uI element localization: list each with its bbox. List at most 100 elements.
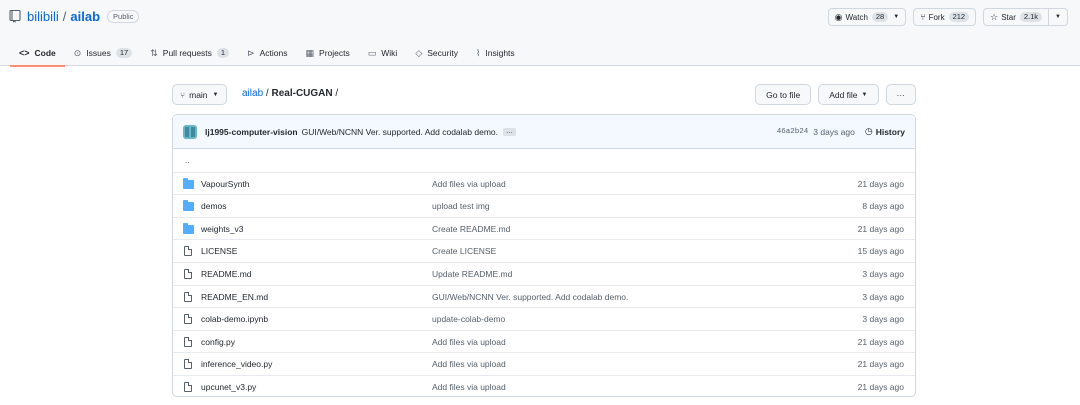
branch-name: main	[189, 89, 208, 100]
file-name-link[interactable]: LICENSE	[201, 246, 237, 256]
commit-message-link[interactable]: upload test img	[432, 201, 490, 211]
folder-icon	[183, 177, 194, 189]
tab-pull-requests[interactable]: ⇅ Pull requests 1	[141, 40, 238, 66]
repo-tabs: <> Code ⊙ Issues 17 ⇅ Pull requests 1 ⊳ …	[10, 40, 524, 67]
branch-select-button[interactable]: ⑂ main ▼	[172, 84, 227, 105]
tab-actions[interactable]: ⊳ Actions	[238, 40, 296, 66]
breadcrumb-repo-link[interactable]: ailab	[242, 88, 263, 99]
file-nav-actions: Go to file Add file ▼ ···	[755, 84, 916, 105]
chevron-down-icon: ▼	[1055, 14, 1061, 20]
play-icon: ⊳	[247, 47, 255, 58]
file-name-link[interactable]: README.md	[201, 269, 252, 279]
file-row[interactable]: demos upload test img 8 days ago	[173, 194, 915, 217]
file-name-link[interactable]: README_EN.md	[201, 292, 268, 302]
go-to-file-button[interactable]: Go to file	[755, 84, 812, 105]
commit-message-link[interactable]: Update README.md	[432, 269, 512, 279]
fork-button[interactable]: ⑂ Fork 212	[913, 8, 977, 26]
star-button[interactable]: ☆ Star 2.1k	[983, 8, 1050, 26]
tab-label: Issues	[86, 48, 111, 58]
commit-author-link[interactable]: lj1995-computer-vision	[205, 127, 298, 137]
file-name-link[interactable]: inference_video.py	[201, 359, 272, 369]
last-updated: 3 days ago	[862, 268, 904, 279]
commit-message-link[interactable]: Add files via upload	[432, 179, 506, 189]
code-icon: <>	[19, 48, 30, 58]
commit-meta: 46a2b24 3 days ago ◷ History	[777, 126, 905, 137]
file-name-link[interactable]: colab-demo.ipynb	[201, 314, 268, 324]
repo-separator: /	[62, 9, 67, 24]
file-name-link[interactable]: VapourSynth	[201, 179, 250, 189]
file-row[interactable]: inference_video.py Add files via upload …	[173, 352, 915, 375]
file-row[interactable]: README_EN.md GUI/Web/NCNN Ver. supported…	[173, 284, 915, 308]
tab-security[interactable]: ◇ Security	[406, 40, 467, 66]
repo-icon	[9, 10, 21, 23]
repo-owner-link[interactable]: bilibili	[27, 9, 59, 24]
tab-label: Code	[34, 48, 56, 58]
tab-label: Wiki	[381, 48, 398, 58]
commit-message-link[interactable]: Add files via upload	[432, 382, 506, 392]
watch-button[interactable]: ◉ Watch 28 ▼	[827, 8, 907, 26]
pull-requests-count: 1	[216, 48, 230, 58]
issue-icon: ⊙	[73, 47, 82, 58]
file-row[interactable]: upcunet_v3.py Add files via upload 21 da…	[173, 374, 915, 396]
last-updated: 21 days ago	[857, 223, 904, 234]
tab-issues[interactable]: ⊙ Issues 17	[65, 40, 141, 66]
tab-wiki[interactable]: ▭ Wiki	[359, 40, 407, 66]
more-options-button[interactable]: ···	[885, 84, 916, 105]
avatar[interactable]	[183, 124, 197, 139]
file-row[interactable]: weights_v3 Create README.md 21 days ago	[173, 216, 915, 240]
repo-name-link[interactable]: ailab	[70, 9, 100, 24]
folder-icon	[183, 222, 194, 234]
file-name-link[interactable]: config.py	[201, 337, 235, 347]
chevron-down-icon: ▼	[893, 14, 900, 20]
star-count: 2.1k	[1019, 12, 1043, 22]
add-file-button[interactable]: Add file ▼	[818, 84, 879, 105]
expand-commit-button[interactable]: …	[503, 127, 516, 136]
latest-commit-bar: lj1995-computer-vision GUI/Web/NCNN Ver.…	[173, 115, 915, 149]
file-name-link[interactable]: demos	[201, 201, 227, 211]
file-name-link[interactable]: upcunet_v3.py	[201, 382, 256, 392]
star-dropdown-button[interactable]: ▼	[1049, 8, 1068, 26]
file-icon	[183, 359, 194, 370]
parent-directory-row[interactable]: ..	[173, 149, 915, 172]
file-row[interactable]: config.py Add files via upload 21 days a…	[173, 329, 915, 353]
file-navigation: ⑂ main ▼ ailab / Real-CUGAN / Go to file…	[172, 84, 916, 105]
book-icon: ▭	[367, 47, 377, 58]
file-icon	[183, 381, 194, 392]
table-icon: ▦	[305, 47, 315, 58]
file-row[interactable]: VapourSynth Add files via upload 21 days…	[173, 171, 915, 195]
file-icon	[183, 314, 194, 325]
repo-title: bilibili / ailab Public	[9, 9, 140, 24]
shield-icon: ◇	[415, 47, 423, 58]
commit-message-link[interactable]: Add files via upload	[432, 359, 506, 369]
commit-message-link[interactable]: GUI/Web/NCNN Ver. supported. Add codalab…	[432, 292, 628, 302]
folder-icon	[183, 200, 194, 212]
tab-code[interactable]: <> Code	[10, 40, 65, 67]
file-row[interactable]: colab-demo.ipynb update-colab-demo 3 day…	[173, 307, 915, 330]
commit-message-link[interactable]: update-colab-demo	[432, 314, 505, 324]
tab-insights[interactable]: ⌇ Insights	[467, 40, 524, 66]
file-name-link[interactable]: weights_v3	[201, 224, 244, 234]
watch-count: 28	[871, 12, 889, 22]
breadcrumb: ailab / Real-CUGAN /	[242, 88, 338, 99]
history-label: History	[875, 126, 905, 137]
history-link[interactable]: ◷ History	[865, 126, 905, 137]
commit-message-link[interactable]: Create LICENSE	[432, 246, 496, 256]
commit-sha-link[interactable]: 46a2b24	[777, 128, 809, 136]
file-row[interactable]: LICENSE Create LICENSE 15 days ago	[173, 239, 915, 262]
fork-count: 212	[948, 12, 970, 22]
tab-projects[interactable]: ▦ Projects	[297, 40, 359, 66]
breadcrumb-current: Real-CUGAN	[271, 88, 333, 99]
breadcrumb-trailing: /	[332, 88, 339, 99]
commit-message-link[interactable]: Add files via upload	[432, 337, 506, 347]
file-list: lj1995-computer-vision GUI/Web/NCNN Ver.…	[172, 114, 916, 397]
star-button-group: ☆ Star 2.1k ▼	[983, 8, 1068, 26]
fork-label: Fork	[928, 12, 945, 22]
parent-directory-link[interactable]: ..	[185, 155, 190, 165]
commit-message-link[interactable]: GUI/Web/NCNN Ver. supported. Add codalab…	[302, 127, 498, 137]
file-row[interactable]: README.md Update README.md 3 days ago	[173, 261, 915, 285]
branch-icon: ⑂	[180, 89, 186, 100]
tab-label: Projects	[319, 48, 350, 58]
commit-message-link[interactable]: Create README.md	[432, 224, 510, 234]
last-updated: 21 days ago	[857, 336, 904, 347]
kebab-icon: ···	[896, 89, 906, 100]
